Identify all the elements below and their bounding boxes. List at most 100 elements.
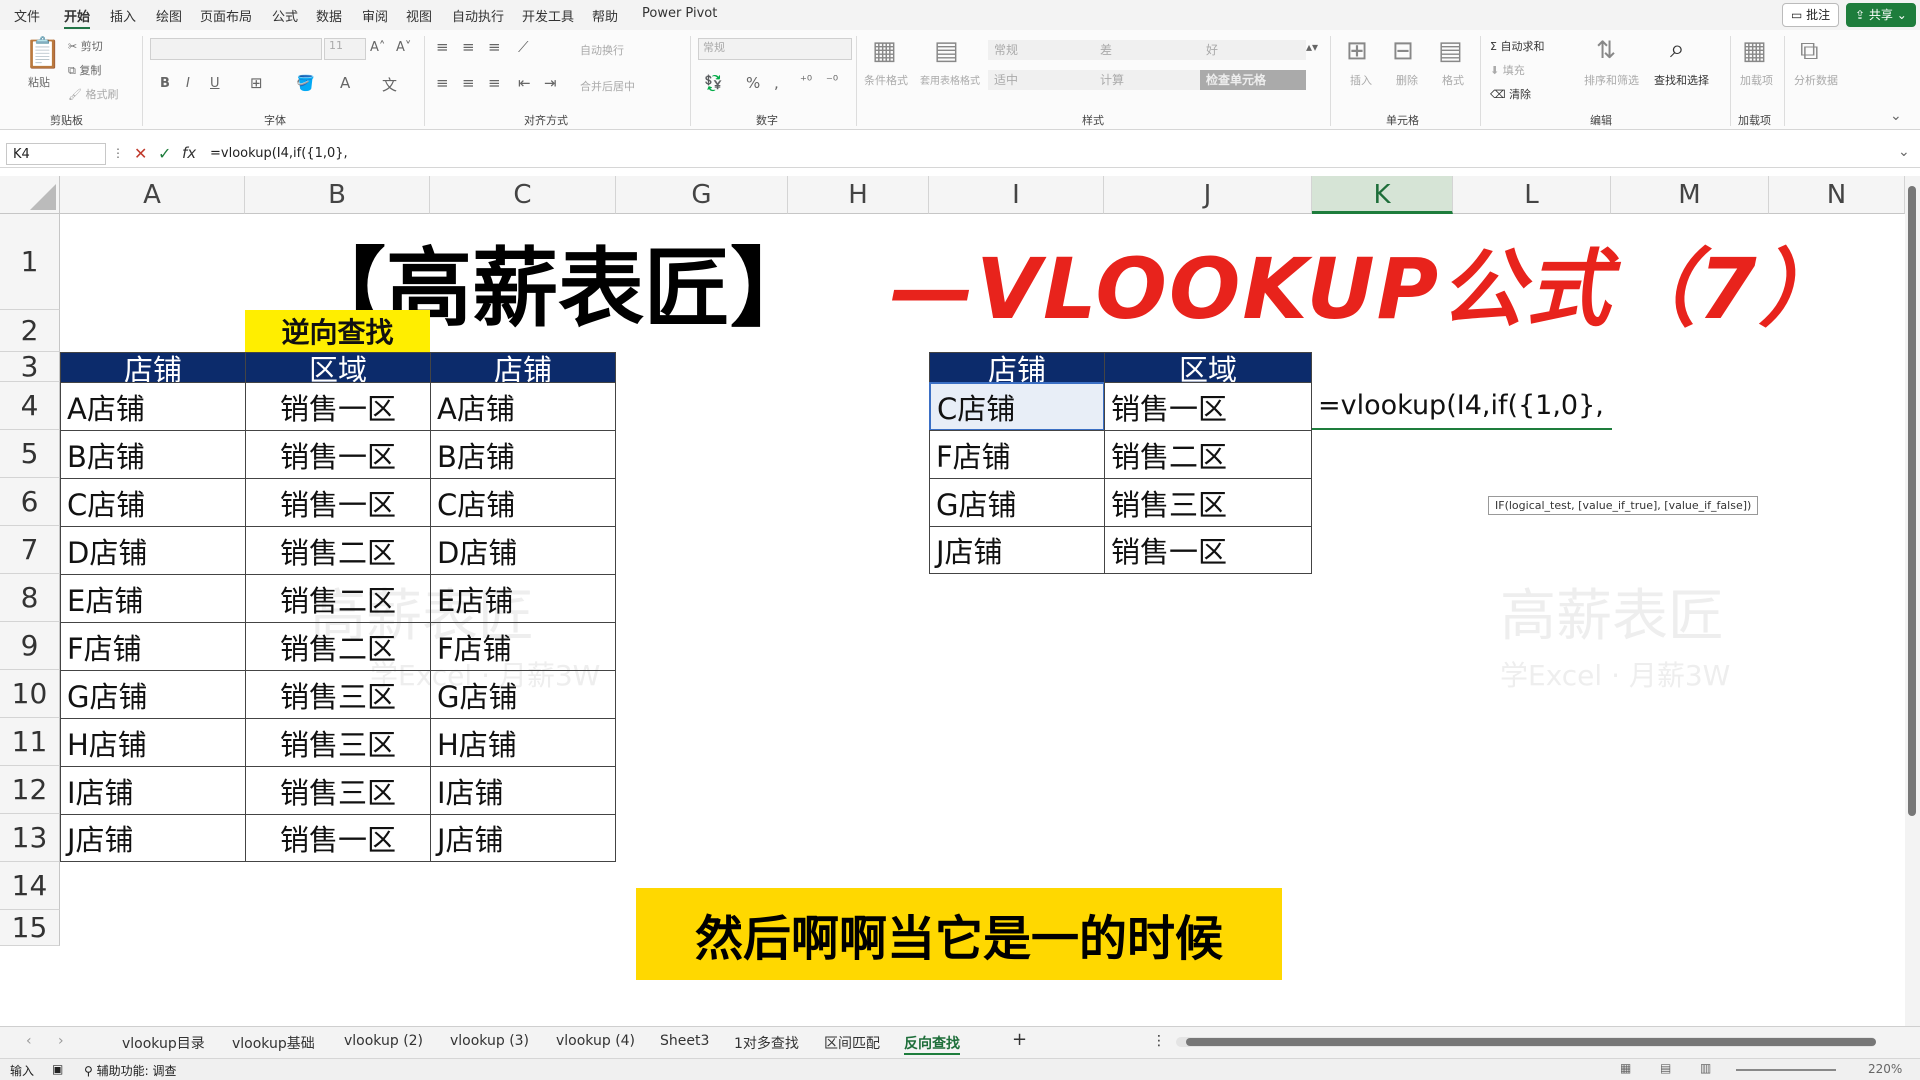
table-cell[interactable]: J店铺 [60, 814, 246, 862]
table-cell[interactable]: D店铺 [60, 526, 246, 575]
horizontal-scrollbar[interactable] [1176, 1037, 1876, 1047]
table-cell[interactable]: D店铺 [430, 526, 616, 575]
table-cell[interactable]: J店铺 [929, 526, 1105, 574]
align-top-icon[interactable]: ≡ [436, 38, 449, 56]
right-table-header-region[interactable]: 区域 [1104, 352, 1312, 383]
table-cell[interactable]: 销售二区 [245, 574, 431, 623]
next-sheet-icon[interactable]: › [58, 1033, 64, 1049]
table-cell[interactable]: C店铺 [60, 478, 246, 527]
decimal-increase-icon[interactable]: ⁺⁰ [800, 74, 812, 89]
table-cell[interactable]: 销售二区 [245, 622, 431, 671]
table-cell[interactable]: 销售一区 [245, 814, 431, 862]
column-header-n[interactable]: N [1769, 176, 1905, 214]
column-header-i[interactable]: I [929, 176, 1104, 214]
sheet-tab[interactable]: vlookup基础 [232, 1033, 315, 1053]
comma-button[interactable]: , [774, 74, 779, 92]
zoom-level[interactable]: 220% [1868, 1062, 1902, 1076]
align-right-icon[interactable]: ≡ [488, 74, 501, 92]
paste-label[interactable]: 粘贴 [28, 74, 50, 90]
align-bottom-icon[interactable]: ≡ [488, 38, 501, 56]
style-neutral[interactable]: 适中 [988, 70, 1094, 90]
addin-button[interactable]: 加载项 [1740, 72, 1773, 88]
table-cell[interactable]: F店铺 [929, 430, 1105, 479]
table-cell[interactable]: 销售二区 [245, 526, 431, 575]
style-check-cell[interactable]: 检查单元格 [1200, 70, 1306, 90]
number-format-dropdown[interactable]: 常规 [698, 38, 852, 60]
phonetic-icon[interactable]: 文 [382, 74, 397, 95]
orientation-icon[interactable]: ⟋ [518, 38, 529, 56]
table-cell[interactable]: A店铺 [60, 382, 246, 431]
table-cell[interactable]: E店铺 [60, 574, 246, 623]
table-cell[interactable]: 销售三区 [245, 670, 431, 719]
vertical-scrollbar[interactable] [1905, 176, 1920, 1026]
menu-data[interactable]: 数据 [316, 6, 342, 25]
ribbon-collapse-icon[interactable]: ⌄ [1890, 108, 1902, 124]
style-bad[interactable]: 差 [1094, 40, 1200, 60]
format-table-icon[interactable]: ▤ [934, 36, 959, 66]
table-cell[interactable]: 销售一区 [1104, 382, 1312, 431]
row-header-5[interactable]: 5 [0, 430, 60, 478]
sheet-tab-active[interactable]: 反向查找 [904, 1033, 960, 1055]
conditional-format-button[interactable]: 条件格式 [864, 72, 908, 88]
left-table-header-region[interactable]: 区域 [245, 352, 431, 383]
sheet-tab[interactable]: 区间匹配 [824, 1033, 880, 1053]
right-table-header-store[interactable]: 店铺 [929, 352, 1105, 383]
table-cell[interactable]: F店铺 [60, 622, 246, 671]
sheet-tab[interactable]: 1对多查找 [734, 1033, 799, 1053]
row-header-15[interactable]: 15 [0, 910, 60, 946]
clear-button[interactable]: ⌫ 清除 [1490, 86, 1531, 102]
format-painter-button[interactable]: 🖌 格式刷 [68, 86, 118, 102]
bold-button[interactable]: B [160, 76, 170, 91]
left-table-header-store-copy[interactable]: 店铺 [430, 352, 616, 383]
formula-expand-icon[interactable]: ⌄ [1898, 144, 1910, 160]
insert-function-icon[interactable]: fx [182, 144, 196, 162]
table-cell[interactable]: G店铺 [430, 670, 616, 719]
italic-button[interactable]: I [186, 76, 190, 91]
row-header-6[interactable]: 6 [0, 478, 60, 526]
row-header-13[interactable]: 13 [0, 814, 60, 862]
zoom-slider[interactable] [1736, 1069, 1836, 1071]
sheet-tab[interactable]: vlookup (3) [450, 1033, 529, 1049]
table-cell[interactable]: 销售一区 [1104, 526, 1312, 574]
column-header-h[interactable]: H [788, 176, 929, 214]
analyze-data-button[interactable]: 分析数据 [1794, 72, 1838, 88]
scroll-thumb[interactable] [1186, 1038, 1876, 1046]
wrap-text-button[interactable]: 自动换行 [580, 42, 624, 58]
row-header-12[interactable]: 12 [0, 766, 60, 814]
insert-cells-icon[interactable]: ⊞ [1346, 36, 1368, 66]
table-cell[interactable]: 销售二区 [1104, 430, 1312, 479]
font-color-icon[interactable]: A [340, 74, 350, 92]
menu-power-pivot[interactable]: Power Pivot [642, 6, 717, 21]
accessibility-status[interactable]: ⚲ 辅助功能: 调查 [84, 1062, 176, 1079]
row-header-7[interactable]: 7 [0, 526, 60, 574]
formula-input[interactable]: =vlookup(I4,if({1,0}, [210, 143, 1890, 165]
merge-center-button[interactable]: 合并后居中 [580, 78, 635, 94]
menu-page-layout[interactable]: 页面布局 [200, 6, 252, 25]
sort-filter-icon[interactable]: ⇅ [1596, 36, 1616, 64]
macro-icon[interactable]: ▣ [52, 1062, 63, 1076]
styles-scroll-icon[interactable]: ▴▾ [1306, 40, 1318, 54]
table-cell[interactable]: B店铺 [60, 430, 246, 479]
table-cell[interactable]: F店铺 [430, 622, 616, 671]
menu-insert[interactable]: 插入 [110, 6, 136, 25]
menu-draw[interactable]: 绘图 [156, 6, 182, 25]
sheet-tab[interactable]: vlookup目录 [122, 1033, 205, 1053]
decrease-font-icon[interactable]: A˅ [396, 40, 411, 55]
menu-automate[interactable]: 自动执行 [452, 6, 504, 25]
table-cell[interactable]: G店铺 [60, 670, 246, 719]
column-header-g[interactable]: G [616, 176, 788, 214]
row-header-11[interactable]: 11 [0, 718, 60, 766]
underline-button[interactable]: U [210, 76, 220, 91]
share-button[interactable]: ⇪ 共享 ⌄ [1846, 3, 1916, 27]
menu-formulas[interactable]: 公式 [272, 6, 298, 25]
prev-sheet-icon[interactable]: ‹ [26, 1033, 32, 1049]
row-header-2[interactable]: 2 [0, 310, 60, 352]
sheet-tab[interactable]: vlookup (4) [556, 1033, 635, 1049]
style-good[interactable]: 好 [1200, 40, 1306, 60]
table-cell[interactable]: I店铺 [60, 766, 246, 815]
left-table-header-store[interactable]: 店铺 [60, 352, 246, 383]
column-header-c[interactable]: C [430, 176, 616, 214]
menu-developer[interactable]: 开发工具 [522, 6, 574, 25]
sheet-tab[interactable]: Sheet3 [660, 1033, 709, 1049]
table-cell[interactable]: C店铺 [430, 478, 616, 527]
